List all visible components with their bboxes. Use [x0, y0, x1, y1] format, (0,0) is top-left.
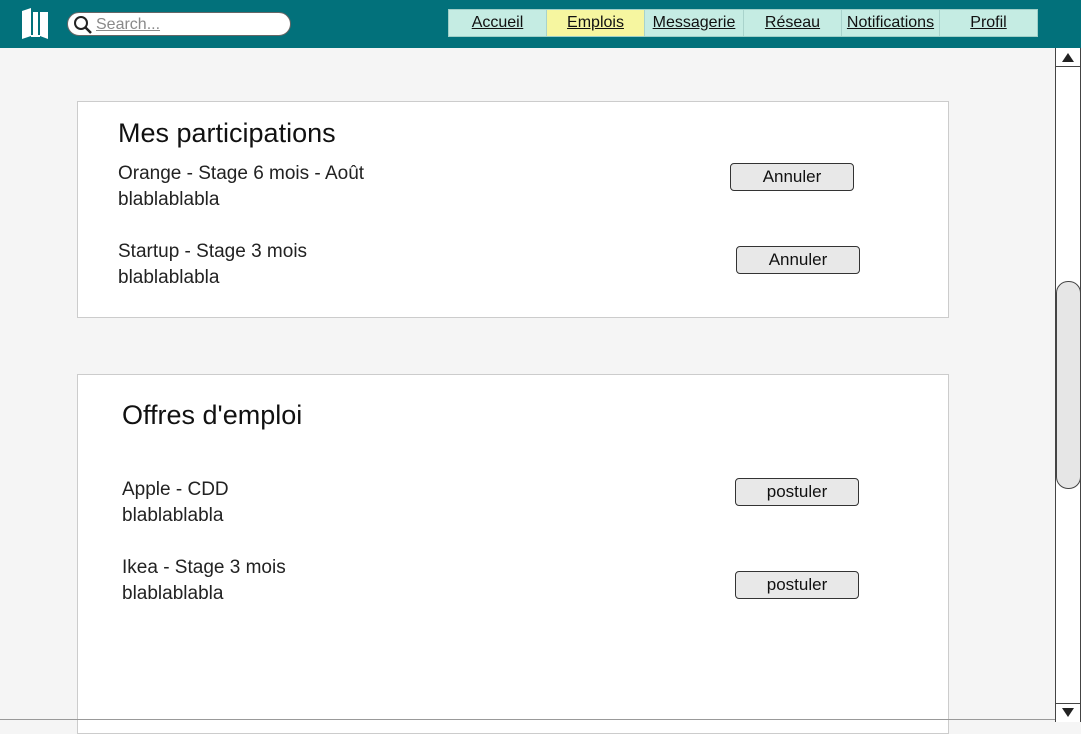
- job-offers-title: Offres d'emploi: [122, 400, 303, 430]
- tab-reseau[interactable]: Réseau: [744, 10, 842, 36]
- top-navigation-bar: Search... Accueil Emplois Messagerie Rés…: [0, 0, 1081, 48]
- job-offer-item-title: Apple - CDD: [122, 479, 229, 500]
- search-input[interactable]: Search...: [67, 12, 291, 36]
- tab-messagerie[interactable]: Messagerie: [645, 10, 744, 36]
- participations-card: Mes participations Orange - Stage 6 mois…: [77, 101, 949, 318]
- main-nav-tabs: Accueil Emplois Messagerie Réseau Notifi…: [448, 9, 1038, 37]
- arrow-down-icon[interactable]: [1056, 703, 1080, 722]
- tab-emplois[interactable]: Emplois: [547, 10, 645, 36]
- job-offer-item-title: Ikea - Stage 3 mois: [122, 557, 286, 578]
- job-offer-item-desc: blablablabla: [122, 583, 224, 604]
- tab-accueil[interactable]: Accueil: [449, 10, 547, 36]
- cancel-button[interactable]: Annuler: [730, 163, 854, 191]
- participation-item-desc: blablablabla: [118, 267, 220, 288]
- tab-notifications[interactable]: Notifications: [842, 10, 940, 36]
- search-icon: [73, 15, 93, 35]
- job-offers-card: Offres d'emploi Apple - CDD blablablabla…: [77, 374, 949, 734]
- job-offer-item-desc: blablablabla: [122, 505, 224, 526]
- vertical-scrollbar[interactable]: [1055, 48, 1081, 722]
- cancel-button[interactable]: Annuler: [736, 246, 860, 274]
- bottom-divider: [0, 719, 1055, 720]
- book-logo-icon[interactable]: [20, 8, 50, 40]
- search-placeholder: Search...: [96, 16, 161, 33]
- scrollbar-thumb[interactable]: [1056, 281, 1081, 489]
- participation-item-title: Orange - Stage 6 mois - Août: [118, 163, 365, 184]
- apply-button[interactable]: postuler: [735, 571, 859, 599]
- participations-title: Mes participations: [118, 118, 336, 148]
- arrow-up-icon[interactable]: [1056, 48, 1080, 67]
- participation-item-title: Startup - Stage 3 mois: [118, 241, 308, 262]
- apply-button[interactable]: postuler: [735, 478, 859, 506]
- participation-item-desc: blablablabla: [118, 189, 220, 210]
- tab-profil[interactable]: Profil: [940, 10, 1037, 36]
